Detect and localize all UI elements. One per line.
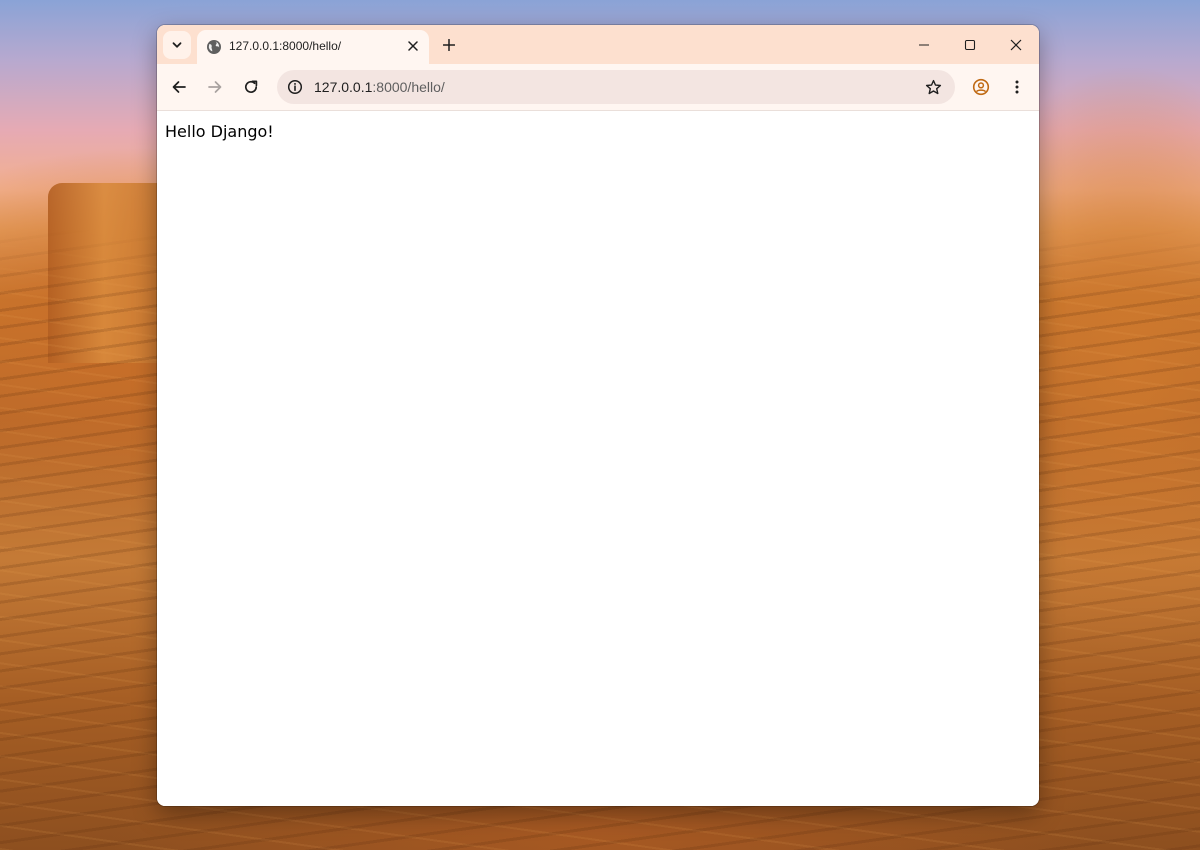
maximize-icon xyxy=(964,39,976,50)
maximize-button[interactable] xyxy=(947,25,993,64)
minimize-button[interactable] xyxy=(901,25,947,64)
reload-button[interactable] xyxy=(237,73,265,101)
url-host: 127.0.0.1 xyxy=(314,79,373,95)
kebab-menu-icon xyxy=(1015,80,1019,94)
bookmark-button[interactable] xyxy=(921,75,945,99)
tab-close-button[interactable] xyxy=(403,36,423,56)
back-button[interactable] xyxy=(165,73,193,101)
minimize-icon xyxy=(919,43,929,46)
active-tab[interactable]: 127.0.0.1:8000/hello/ xyxy=(197,30,429,64)
star-icon xyxy=(925,79,941,94)
browser-toolbar: 127.0.0.1:8000/hello/ xyxy=(157,64,1039,111)
new-tab-button[interactable] xyxy=(437,33,461,57)
globe-icon xyxy=(207,40,221,54)
plus-icon xyxy=(443,39,455,51)
profile-button[interactable] xyxy=(967,73,995,101)
page-body-text: Hello Django! xyxy=(165,122,274,141)
browser-window: 127.0.0.1:8000/hello/ 127.0.0.1:8000/hel… xyxy=(157,25,1039,806)
address-bar[interactable]: 127.0.0.1:8000/hello/ xyxy=(277,70,955,104)
url-path: :8000/hello/ xyxy=(372,79,445,95)
profile-icon xyxy=(972,78,990,96)
reload-icon xyxy=(245,80,258,93)
close-icon xyxy=(408,41,418,51)
site-info-button[interactable] xyxy=(283,75,307,99)
site-info-icon xyxy=(287,79,303,95)
tab-search-button[interactable] xyxy=(163,31,191,59)
back-arrow-icon xyxy=(172,81,186,93)
browser-menu-button[interactable] xyxy=(1003,73,1031,101)
tab-title: 127.0.0.1:8000/hello/ xyxy=(229,39,342,53)
window-close-button[interactable] xyxy=(993,25,1039,64)
forward-arrow-icon xyxy=(208,81,222,93)
tab-strip: 127.0.0.1:8000/hello/ xyxy=(157,25,1039,64)
chevron-down-icon xyxy=(172,42,182,48)
close-icon xyxy=(1010,39,1022,50)
forward-button[interactable] xyxy=(201,73,229,101)
url-text[interactable]: 127.0.0.1:8000/hello/ xyxy=(314,79,445,95)
page-viewport: Hello Django! xyxy=(157,111,1039,806)
